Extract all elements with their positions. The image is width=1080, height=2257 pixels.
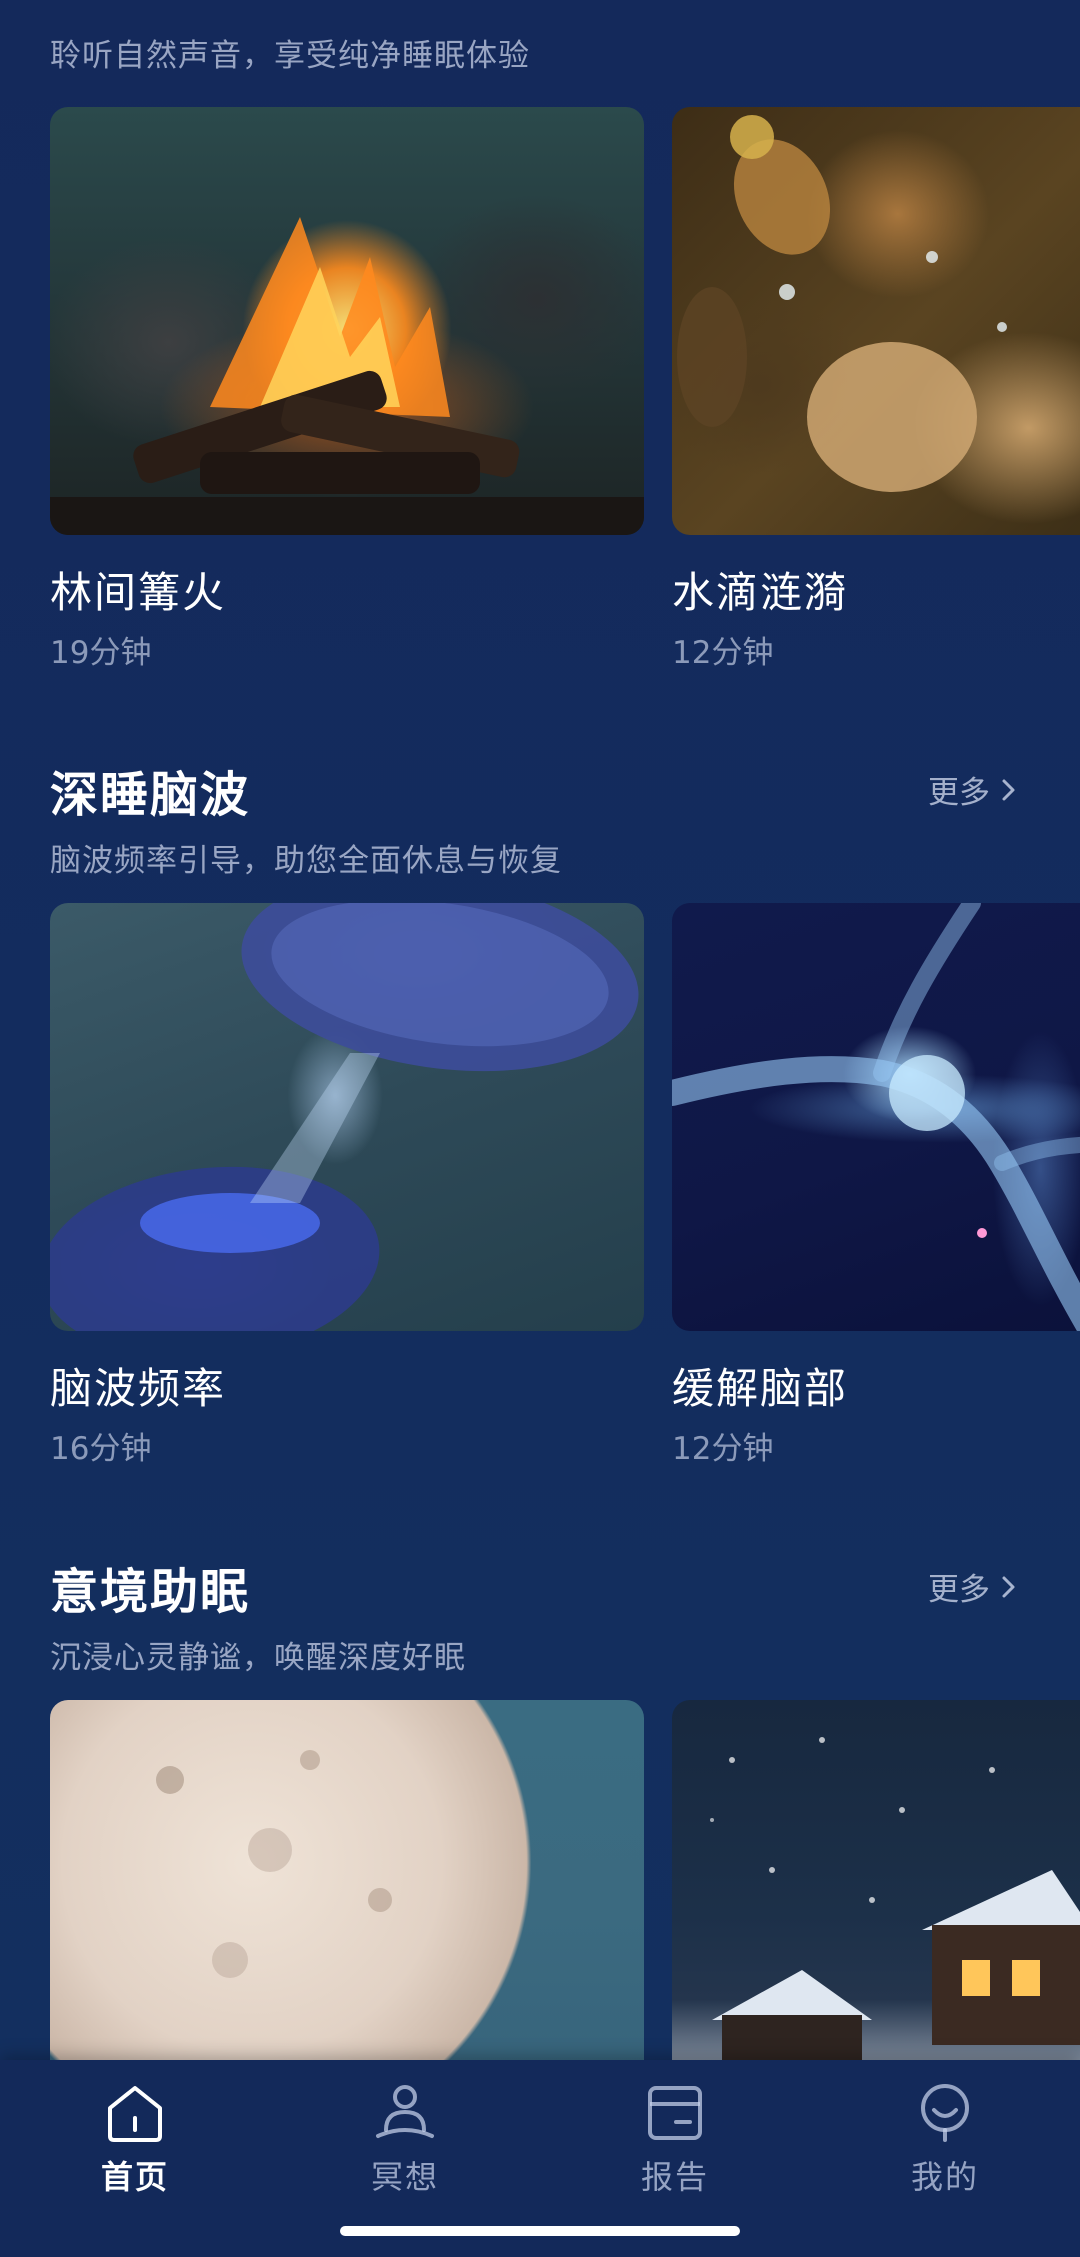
campfire-image xyxy=(50,107,644,535)
brainwave-more-link[interactable]: 更多 xyxy=(928,767,1018,812)
page: 聆听自然声音，享受纯净睡眠体验 林间篝火 19分钟 水滴涟漪 12分钟 深睡脑波… xyxy=(0,0,1080,2257)
chevron-right-icon xyxy=(1002,779,1015,800)
card-water-ripple[interactable]: 水滴涟漪 12分钟 xyxy=(672,107,1080,671)
meditation-icon xyxy=(376,2085,434,2138)
nav-label: 报告 xyxy=(640,2158,709,2196)
card-duration: 16分钟 xyxy=(50,1431,152,1467)
section-title: 深睡脑波 xyxy=(50,767,251,823)
imagery-more-link[interactable]: 更多 xyxy=(928,1564,1018,1609)
section-subtitle: 脑波频率引导，助您全面休息与恢复 xyxy=(50,843,562,879)
nav-item-meditation[interactable]: 冥想 xyxy=(320,2080,490,2198)
card-title: 缓解脑部 xyxy=(672,1364,849,1413)
card-duration: 12分钟 xyxy=(672,1431,774,1467)
nav-label: 我的 xyxy=(910,2158,979,2196)
home-icon xyxy=(108,2086,162,2142)
nav-item-home[interactable]: 首页 xyxy=(50,2080,220,2198)
home-indicator[interactable] xyxy=(340,2226,740,2236)
card-duration: 12分钟 xyxy=(672,635,774,671)
imagery-section-header: 意境助眠 沉浸心灵静谧，唤醒深度好眠 更多 xyxy=(0,1552,1080,1712)
card-campfire[interactable]: 林间篝火 19分钟 xyxy=(50,107,644,671)
nav-label: 首页 xyxy=(100,2158,169,2196)
card-title: 脑波频率 xyxy=(50,1364,227,1413)
card-duration: 19分钟 xyxy=(50,635,152,671)
section-title: 意境助眠 xyxy=(50,1564,251,1620)
card-title: 水滴涟漪 xyxy=(672,568,849,617)
card-brainwave-frequency[interactable]: 脑波频率 16分钟 xyxy=(50,903,644,1467)
nature-section-subtitle: 聆听自然声音，享受纯净睡眠体验 xyxy=(50,38,530,74)
relieve-brain-image xyxy=(672,903,1080,1331)
nav-item-profile[interactable]: 我的 xyxy=(860,2080,1030,2198)
report-icon xyxy=(648,2086,702,2140)
more-label: 更多 xyxy=(928,775,990,811)
profile-icon xyxy=(921,2084,969,2142)
card-relieve-brain[interactable]: 缓解脑部 12分钟 xyxy=(672,903,1080,1467)
section-subtitle: 沉浸心灵静谧，唤醒深度好眠 xyxy=(50,1640,466,1676)
water-ripple-image xyxy=(672,107,1080,535)
brainwave-frequency-image xyxy=(50,903,644,1331)
nav-label: 冥想 xyxy=(370,2158,439,2196)
more-label: 更多 xyxy=(928,1572,990,1608)
nav-item-report[interactable]: 报告 xyxy=(590,2080,760,2198)
card-title: 林间篝火 xyxy=(50,568,227,617)
brainwave-section-header: 深睡脑波 脑波频率引导，助您全面休息与恢复 更多 xyxy=(0,755,1080,915)
chevron-right-icon xyxy=(1002,1576,1015,1597)
